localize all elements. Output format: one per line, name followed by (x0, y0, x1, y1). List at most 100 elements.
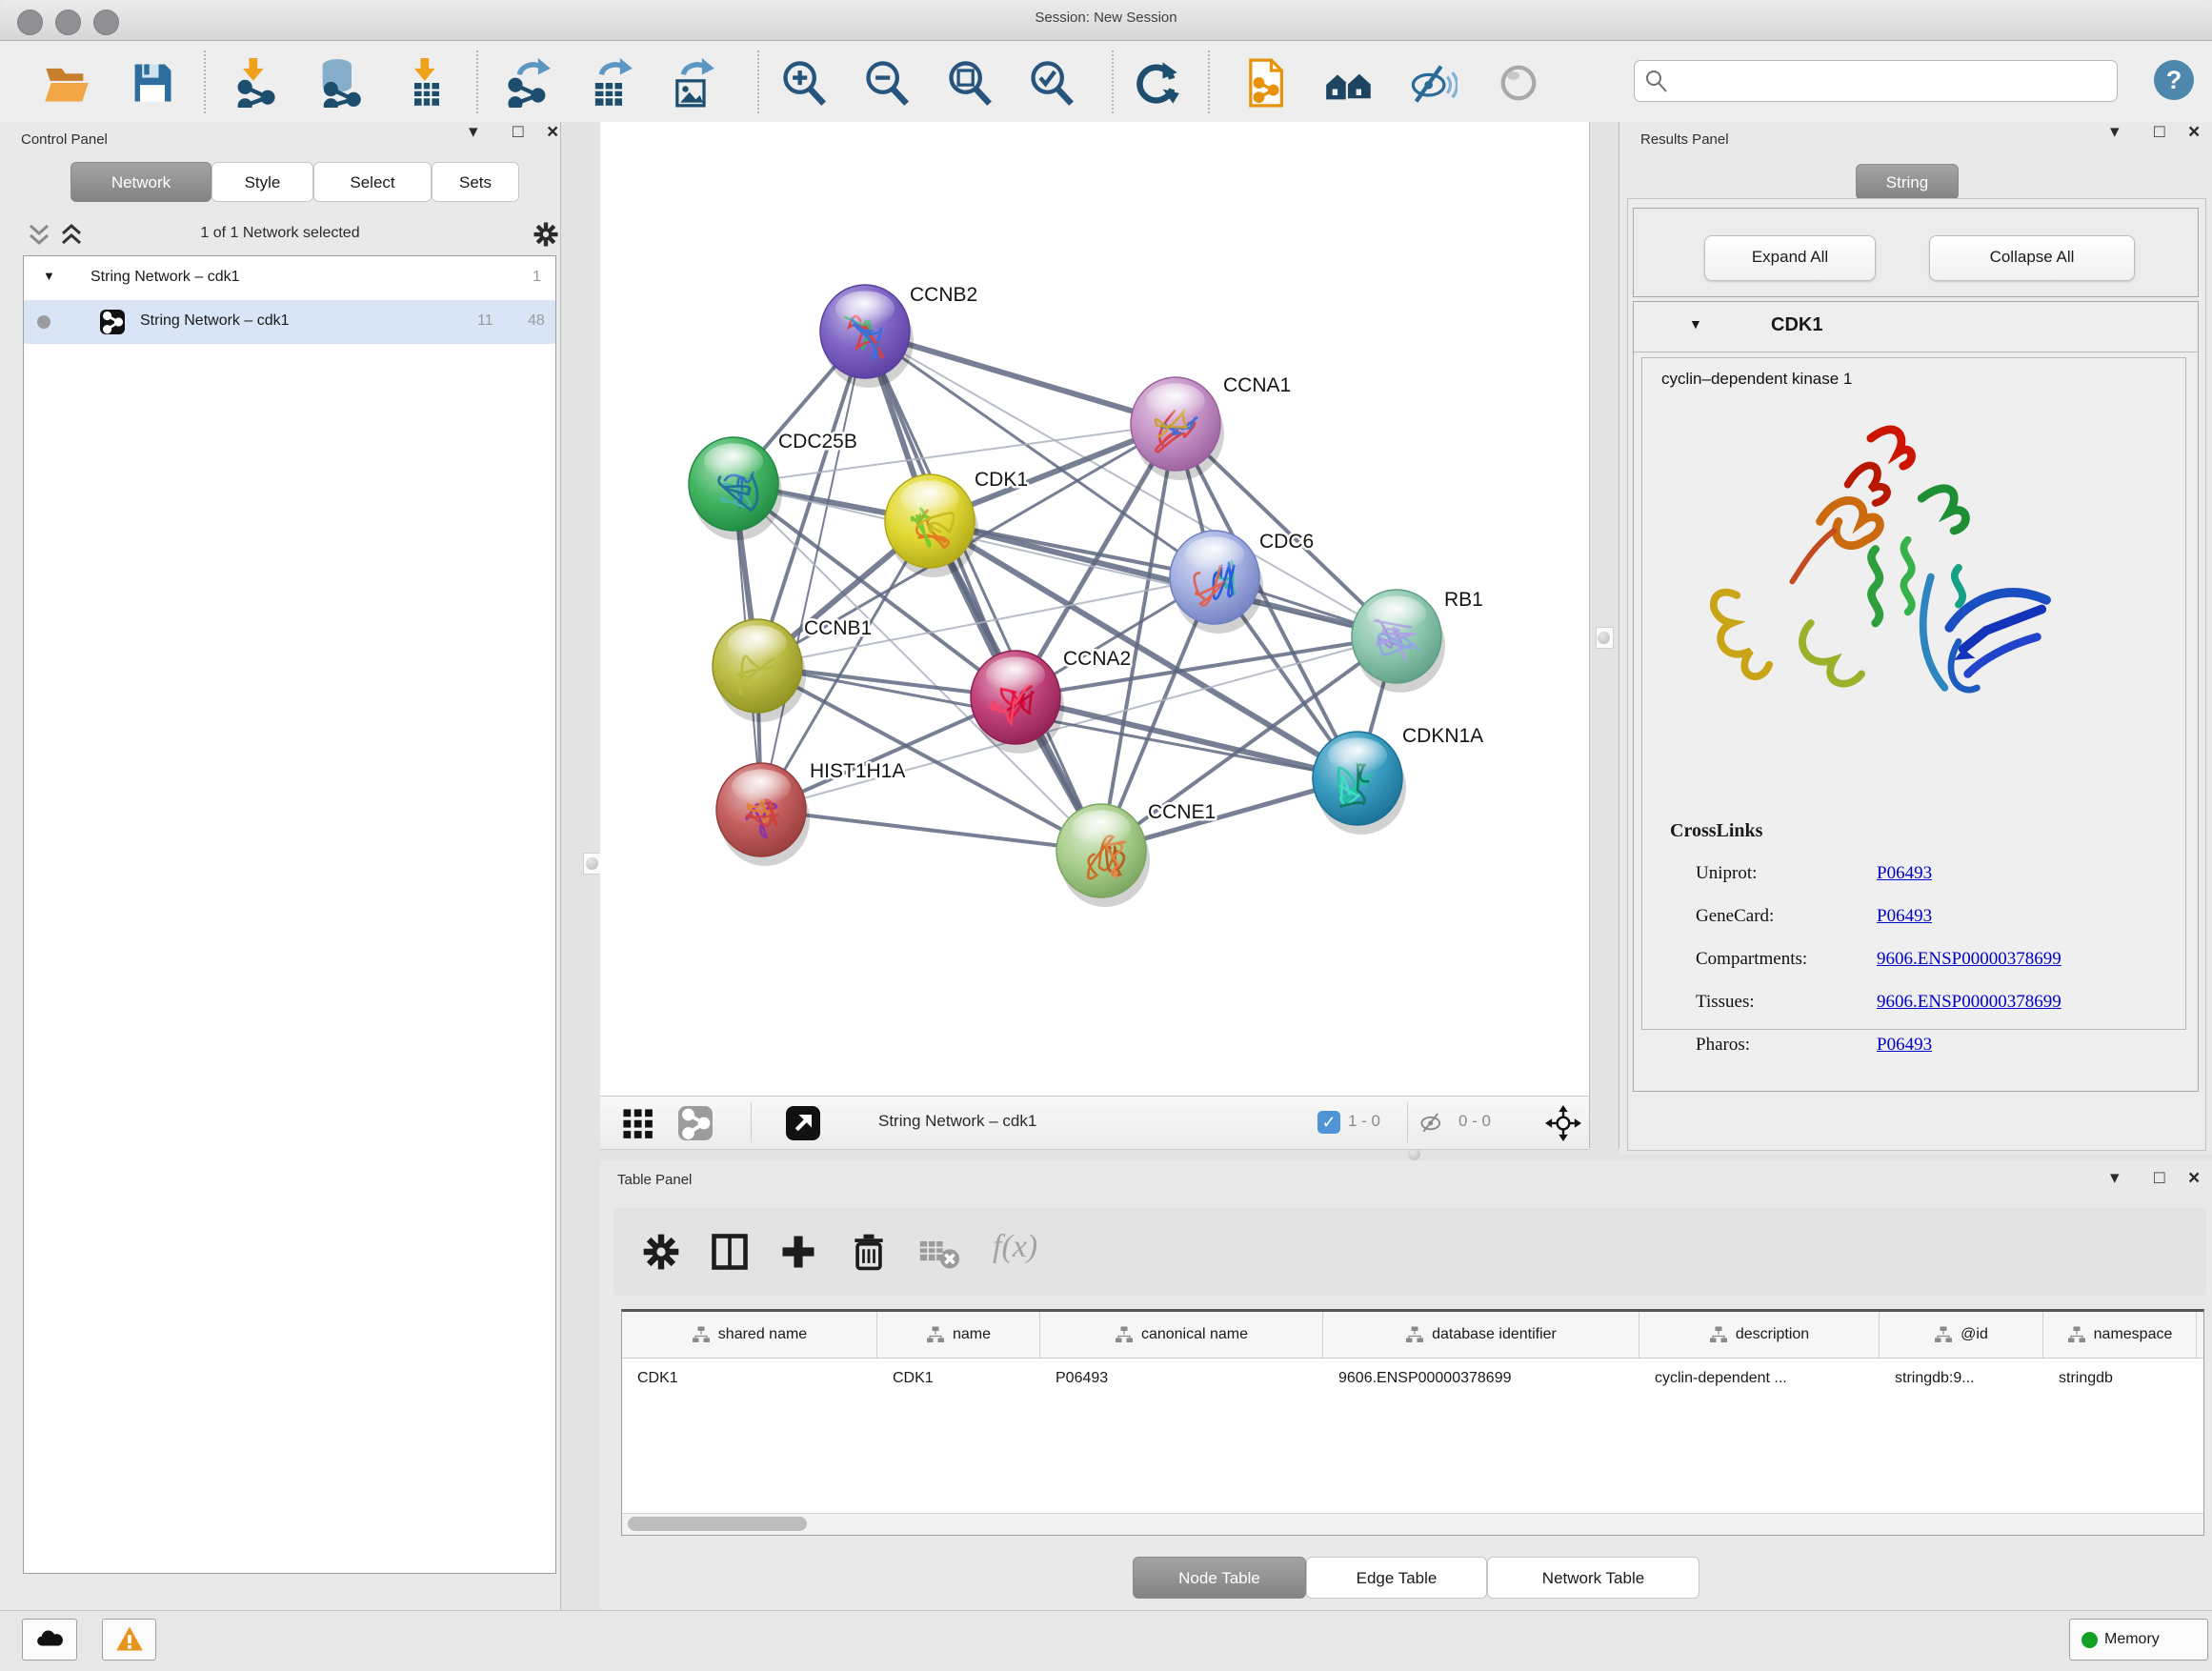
protein-structure-image (1680, 411, 2052, 715)
table-cell[interactable]: cyclin-dependent ... (1639, 1358, 1880, 1401)
column-header--id[interactable]: @id (1880, 1312, 2043, 1358)
crosslink-link[interactable]: P06493 (1877, 1035, 1932, 1056)
collection-expand-icon[interactable]: ▼ (43, 269, 55, 283)
tab-sets[interactable]: Sets (432, 162, 519, 202)
zoom-selected-icon[interactable] (1027, 58, 1076, 108)
export-image-icon[interactable] (667, 58, 716, 108)
node-label: CDKN1A (1402, 725, 1483, 747)
results-panel-close-icon[interactable]: × (2188, 122, 2200, 143)
tab-edge-table[interactable]: Edge Table (1306, 1557, 1487, 1599)
column-header-namespace[interactable]: namespace (2043, 1312, 2197, 1358)
protein-section-header[interactable]: ▼ CDK1 (1634, 302, 2198, 352)
refresh-layout-icon[interactable] (1132, 58, 1181, 108)
crosslink-link[interactable]: P06493 (1877, 863, 1932, 884)
table-row[interactable]: CDK1CDK1P064939606.ENSP00000378699cyclin… (622, 1358, 2203, 1401)
show-all-icon[interactable] (1494, 58, 1543, 108)
collection-label: String Network – cdk1 (90, 269, 240, 286)
column-header-description[interactable]: description (1639, 1312, 1880, 1358)
network-collection-row[interactable]: ▼ String Network – cdk1 1 (24, 256, 555, 300)
control-panel-close-icon[interactable]: × (547, 122, 558, 143)
help-icon[interactable]: ? (2154, 60, 2194, 100)
import-table-icon[interactable] (402, 58, 452, 108)
results-panel-menu-icon[interactable]: ▾ (2110, 122, 2120, 143)
memory-button[interactable]: Memory (2069, 1619, 2208, 1661)
section-collapse-icon[interactable]: ▼ (1689, 316, 1702, 332)
share-document-icon[interactable] (1240, 58, 1290, 108)
network-row[interactable]: String Network – cdk1 11 48 (24, 300, 555, 344)
network-edge[interactable] (1016, 697, 1357, 778)
network-node-rb1[interactable]: RB1 (1352, 589, 1483, 693)
table-toolbar: f(x) (613, 1208, 2206, 1296)
control-panel-menu-icon[interactable]: ▾ (469, 122, 478, 143)
tab-network[interactable]: Network (70, 162, 211, 202)
network-node-cdkn1a[interactable]: CDKN1A (1313, 725, 1483, 835)
network-view-icon[interactable] (678, 1106, 713, 1140)
create-column-icon[interactable] (777, 1231, 819, 1273)
expand-all-button[interactable]: Expand All (1704, 235, 1876, 281)
control-panel-float-icon[interactable]: □ (513, 122, 523, 143)
export-network-icon[interactable] (503, 58, 553, 108)
hide-selected-icon[interactable] (1408, 58, 1458, 108)
column-header-database-identifier[interactable]: database identifier (1323, 1312, 1639, 1358)
column-header-shared-name[interactable]: shared name (622, 1312, 877, 1358)
network-graph[interactable]: CCNB2CCNA1CDC25BCDK1CDC6RB1CCNB1CCNA2CDK… (600, 122, 1589, 1096)
network-node-ccnb2[interactable]: CCNB2 (820, 284, 977, 388)
birdseye-view-icon[interactable] (786, 1106, 820, 1140)
table-cell[interactable]: CDK1 (622, 1358, 877, 1401)
fit-content-crosshair-icon[interactable] (1545, 1105, 1581, 1141)
selected-checkbox[interactable]: ✓ (1317, 1111, 1340, 1134)
crosslink-link[interactable]: 9606.ENSP00000378699 (1877, 949, 2061, 970)
network-node-hist1h1a[interactable]: HIST1H1A (716, 760, 905, 866)
save-session-icon[interactable] (128, 58, 177, 108)
zoom-fit-icon[interactable] (945, 58, 995, 108)
table-gear-icon[interactable] (640, 1231, 682, 1273)
column-header-name[interactable]: name (877, 1312, 1040, 1358)
table-cell[interactable]: stringdb (2043, 1358, 2197, 1401)
toolbar-separator (476, 50, 478, 113)
search-input[interactable] (1677, 65, 2109, 97)
tab-network-table[interactable]: Network Table (1487, 1557, 1699, 1599)
table-panel-close-icon[interactable]: × (2188, 1168, 2200, 1189)
tab-string[interactable]: String (1856, 164, 1959, 200)
right-splitter-handle[interactable] (1596, 627, 1614, 649)
open-session-icon[interactable] (42, 58, 91, 108)
table-cell[interactable]: P06493 (1040, 1358, 1323, 1401)
export-table-icon[interactable] (585, 58, 634, 108)
network-edge[interactable] (761, 810, 1101, 851)
show-columns-icon[interactable] (709, 1231, 751, 1273)
tab-select[interactable]: Select (313, 162, 432, 202)
network-view-toolbar: String Network – cdk1 ✓ 1 - 0 0 - 0 (600, 1096, 1589, 1150)
import-network-icon[interactable] (231, 58, 280, 108)
zoom-in-icon[interactable] (779, 58, 829, 108)
table-cell[interactable]: CDK1 (877, 1358, 1040, 1401)
collapse-all-button[interactable]: Collapse All (1929, 235, 2135, 281)
gear-icon[interactable] (532, 220, 560, 249)
warning-button[interactable] (102, 1619, 156, 1661)
network-view-canvas[interactable]: CCNB2CCNA1CDC25BCDK1CDC6RB1CCNB1CCNA2CDK… (600, 122, 1589, 1096)
zoom-out-icon[interactable] (862, 58, 912, 108)
table-cell[interactable]: 9606.ENSP00000378699 (1323, 1358, 1639, 1401)
network-node-cdc6[interactable]: CDC6 (1170, 531, 1314, 634)
home-icon[interactable] (1324, 58, 1374, 108)
scrollbar-thumb[interactable] (628, 1517, 807, 1531)
grid-view-icon[interactable] (622, 1108, 654, 1140)
results-panel-float-icon[interactable]: □ (2154, 122, 2164, 143)
left-splitter-handle[interactable] (583, 853, 601, 875)
network-node-ccna1[interactable]: CCNA1 (1131, 374, 1291, 480)
tab-node-table[interactable]: Node Table (1133, 1557, 1306, 1599)
network-node-ccna2[interactable]: CCNA2 (971, 648, 1131, 754)
table-horizontal-scrollbar[interactable] (622, 1513, 2203, 1535)
cloud-button[interactable] (22, 1619, 77, 1661)
table-panel-float-icon[interactable]: □ (2154, 1168, 2164, 1189)
crosslink-link[interactable]: P06493 (1877, 906, 1932, 927)
table-cell[interactable]: stringdb:9... (1880, 1358, 2043, 1401)
import-database-icon[interactable] (314, 58, 364, 108)
left-splitter[interactable] (560, 122, 602, 1610)
column-header-canonical-name[interactable]: canonical name (1040, 1312, 1323, 1358)
network-node-ccne1[interactable]: CCNE1 (1056, 801, 1216, 907)
crosslink-link[interactable]: 9606.ENSP00000378699 (1877, 992, 2061, 1013)
tab-style[interactable]: Style (211, 162, 313, 202)
delete-column-icon[interactable] (848, 1231, 890, 1273)
hidden-eye-icon[interactable] (1418, 1111, 1446, 1136)
table-panel-menu-icon[interactable]: ▾ (2110, 1168, 2120, 1189)
